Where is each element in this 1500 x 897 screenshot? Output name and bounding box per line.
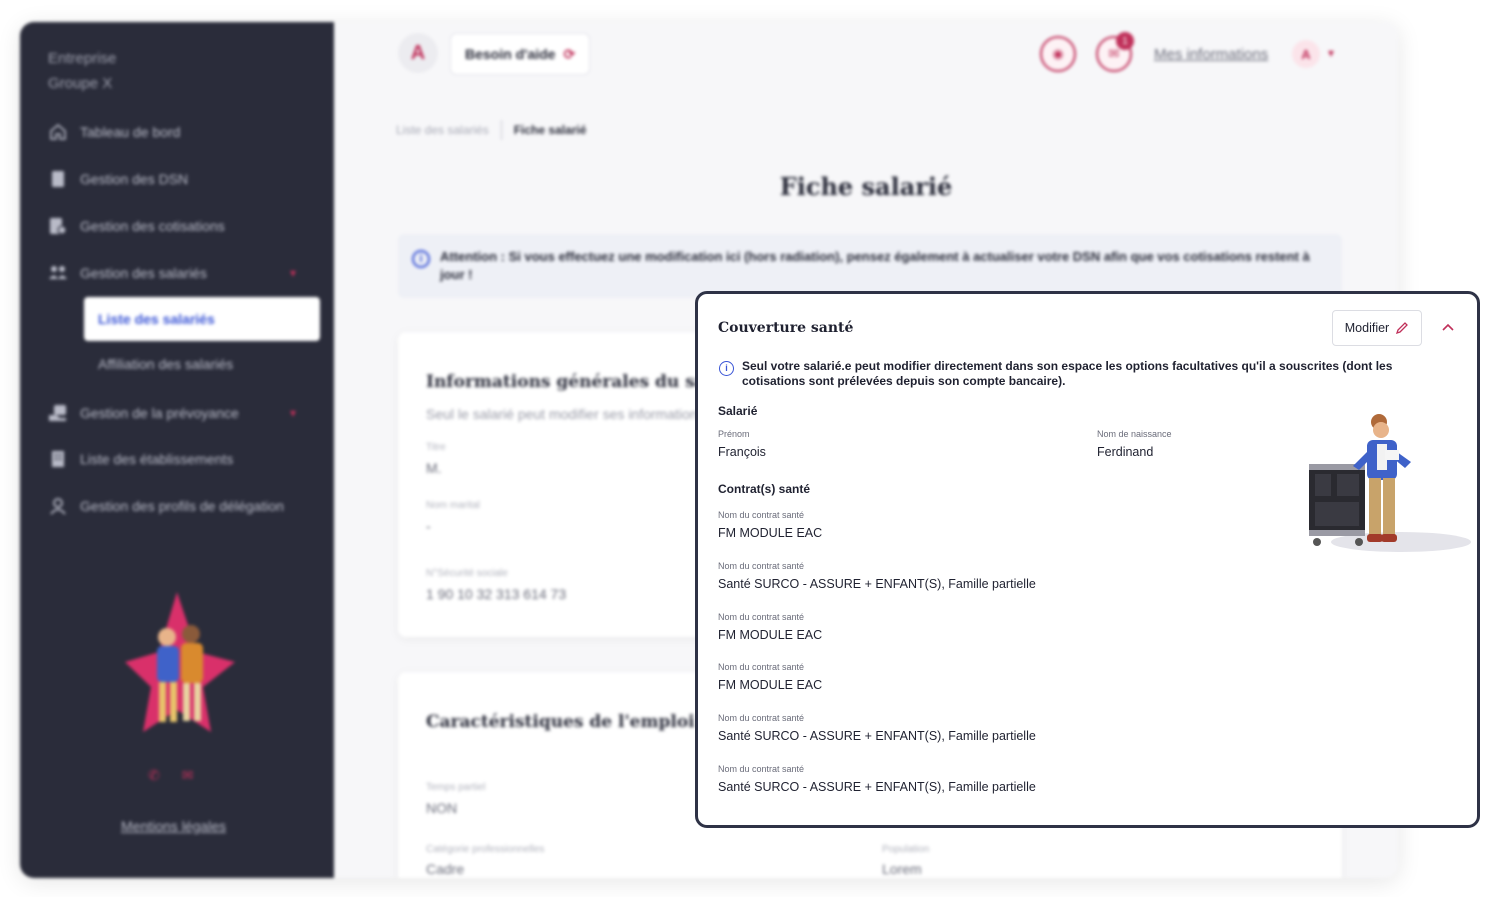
document-icon bbox=[48, 169, 68, 189]
sidebar-item-cotisations[interactable]: Gestion des cotisations bbox=[48, 214, 225, 238]
field-label: Population bbox=[882, 844, 930, 855]
sidebar-item-label: Tableau de bord bbox=[80, 124, 181, 140]
contracts-section-title: Contrat(s) santé bbox=[718, 482, 811, 496]
company-line-1: Entreprise bbox=[48, 50, 117, 67]
breadcrumb-separator bbox=[500, 120, 502, 140]
contract-label: Nom du contrat santé bbox=[718, 510, 805, 520]
field-label: Catégorie professionnelles bbox=[426, 844, 545, 855]
contract-label: Nom du contrat santé bbox=[718, 764, 805, 774]
field-label: Nom marital bbox=[426, 500, 480, 511]
building-icon bbox=[48, 449, 68, 469]
chevron-down-icon[interactable]: ▾ bbox=[1328, 46, 1334, 60]
sidebar-item-label: Gestion des profils de délégation bbox=[80, 498, 284, 514]
sidebar-item-liste-salaries[interactable]: Liste des salariés bbox=[84, 297, 320, 341]
top-bar: A Besoin d'aide ⟳ ◉ ✉ 1 Mes informations… bbox=[334, 22, 1398, 88]
first-name-label: Prénom bbox=[718, 429, 750, 439]
mail-icon: ✉ bbox=[1108, 46, 1120, 61]
screen: Entreprise Groupe X Tableau de bord Gest… bbox=[0, 0, 1500, 897]
company-line-2: Groupe X bbox=[48, 75, 113, 92]
mail-icon[interactable]: ✉ bbox=[182, 767, 194, 784]
messages-badge: 1 bbox=[1116, 32, 1134, 50]
sidebar-item-delegation[interactable]: Gestion des profils de délégation bbox=[48, 494, 284, 518]
sidebar-item-dashboard[interactable]: Tableau de bord bbox=[48, 120, 180, 144]
info-icon: i bbox=[719, 361, 734, 376]
contract-label: Nom du contrat santé bbox=[718, 662, 805, 672]
sidebar-item-label: Gestion des salariés bbox=[80, 265, 207, 281]
home-icon bbox=[48, 122, 68, 142]
health-coverage-panel: Couverture santé Modifier i Seul votre s… bbox=[695, 291, 1480, 828]
sidebar-item-prevoyance[interactable]: Gestion de la prévoyance ▾ bbox=[48, 401, 296, 425]
page-title: Fiche salarié bbox=[779, 172, 953, 201]
contract-value: FM MODULE EAC bbox=[718, 678, 823, 692]
employee-section-title: Salarié bbox=[718, 404, 758, 418]
sidebar-item-salaries[interactable]: Gestion des salariés ▾ bbox=[48, 261, 296, 285]
phone-icon[interactable]: ✆ bbox=[148, 767, 160, 784]
people-icon bbox=[48, 263, 68, 283]
notification-button[interactable]: ◉ bbox=[1040, 36, 1076, 72]
sidebar-item-etablissements[interactable]: Liste des établissements bbox=[48, 447, 233, 471]
field-label: Titre bbox=[426, 442, 446, 453]
warning-banner: i Attention : Si vous effectuez une modi… bbox=[398, 234, 1342, 298]
sidebar-item-dsn[interactable]: Gestion des DSN bbox=[48, 167, 188, 191]
field-value: M. bbox=[426, 460, 442, 476]
sidebar-item-label: Liste des établissements bbox=[80, 451, 234, 467]
panel-info: i Seul votre salarié.e peut modifier dir… bbox=[718, 359, 1438, 389]
hand-shield-icon bbox=[48, 403, 68, 423]
contract-value: Santé SURCO - ASSURE + ENFANT(S), Famill… bbox=[718, 780, 1036, 794]
breadcrumb-current: Fiche salarié bbox=[513, 123, 587, 137]
pencil-icon bbox=[1396, 322, 1409, 335]
birth-name-value: Ferdinand bbox=[1097, 445, 1154, 459]
help-button[interactable]: Besoin d'aide ⟳ bbox=[450, 33, 591, 75]
bell-icon: ◉ bbox=[1052, 46, 1064, 61]
contract-value: Santé SURCO - ASSURE + ENFANT(S), Famill… bbox=[718, 577, 1036, 591]
user-icon: A bbox=[1301, 46, 1311, 62]
field-value: Lorem bbox=[882, 861, 922, 877]
contract-label: Nom du contrat santé bbox=[718, 561, 805, 571]
help-icon: ⟳ bbox=[563, 45, 576, 62]
breadcrumb-parent[interactable]: Liste des salariés bbox=[396, 123, 489, 137]
sidebar-item-affiliation[interactable]: Affiliation des salariés bbox=[98, 356, 233, 372]
chevron-down-icon: ▾ bbox=[290, 406, 297, 420]
contract-value: Santé SURCO - ASSURE + ENFANT(S), Famill… bbox=[718, 729, 1036, 743]
field-value: Cadre bbox=[426, 861, 465, 877]
contract-value: FM MODULE EAC bbox=[718, 628, 823, 642]
chevron-down-icon: ▾ bbox=[290, 266, 297, 280]
sidebar-item-label: Gestion de la prévoyance bbox=[80, 405, 239, 421]
sidebar: Entreprise Groupe X Tableau de bord Gest… bbox=[20, 22, 334, 878]
company-name: Entreprise Groupe X bbox=[48, 46, 116, 96]
contact-links: ✆ ✉ bbox=[148, 767, 193, 784]
info-icon: i bbox=[412, 250, 430, 268]
sidebar-illustration bbox=[125, 592, 235, 732]
field-label: N°Sécurité sociale bbox=[426, 568, 508, 579]
field-label: Temps partiel bbox=[426, 782, 486, 793]
legal-link[interactable]: Mentions légales bbox=[121, 818, 226, 834]
panel-title: Couverture santé bbox=[718, 320, 854, 336]
messages-button[interactable]: ✉ 1 bbox=[1096, 32, 1134, 72]
contract-value: FM MODULE EAC bbox=[718, 526, 823, 540]
field-value: NON bbox=[426, 800, 458, 816]
my-info-link[interactable]: Mes informations bbox=[1154, 46, 1268, 63]
panel-info-text: Seul votre salarié.e peut modifier direc… bbox=[742, 359, 1393, 388]
help-button-label: Besoin d'aide bbox=[465, 46, 556, 62]
field-value: 1 90 10 32 313 614 73 bbox=[426, 586, 567, 602]
sidebar-item-label: Gestion des cotisations bbox=[80, 218, 225, 234]
field-value: - bbox=[426, 518, 431, 534]
edit-button[interactable]: Modifier bbox=[1332, 310, 1422, 346]
contract-label: Nom du contrat santé bbox=[718, 713, 805, 723]
edit-button-label: Modifier bbox=[1344, 321, 1390, 335]
card-subtitle: Seul le salarié peut modifier ses inform… bbox=[426, 406, 705, 422]
birth-name-label: Nom de naissance bbox=[1097, 429, 1172, 439]
document-euro-icon bbox=[48, 216, 68, 236]
sidebar-item-label: Gestion des DSN bbox=[80, 171, 189, 187]
warning-text: Attention : Si vous effectuez une modifi… bbox=[440, 249, 1310, 282]
app-logo[interactable]: A bbox=[398, 33, 438, 73]
chevron-up-icon[interactable] bbox=[1440, 320, 1456, 336]
breadcrumb: Liste des salariés Fiche salarié bbox=[396, 120, 586, 140]
user-icon bbox=[48, 496, 68, 516]
man-with-trunk-illustration bbox=[1309, 414, 1471, 552]
avatar[interactable]: A bbox=[1292, 40, 1320, 68]
contract-label: Nom du contrat santé bbox=[718, 612, 805, 622]
first-name-value: François bbox=[718, 445, 766, 459]
